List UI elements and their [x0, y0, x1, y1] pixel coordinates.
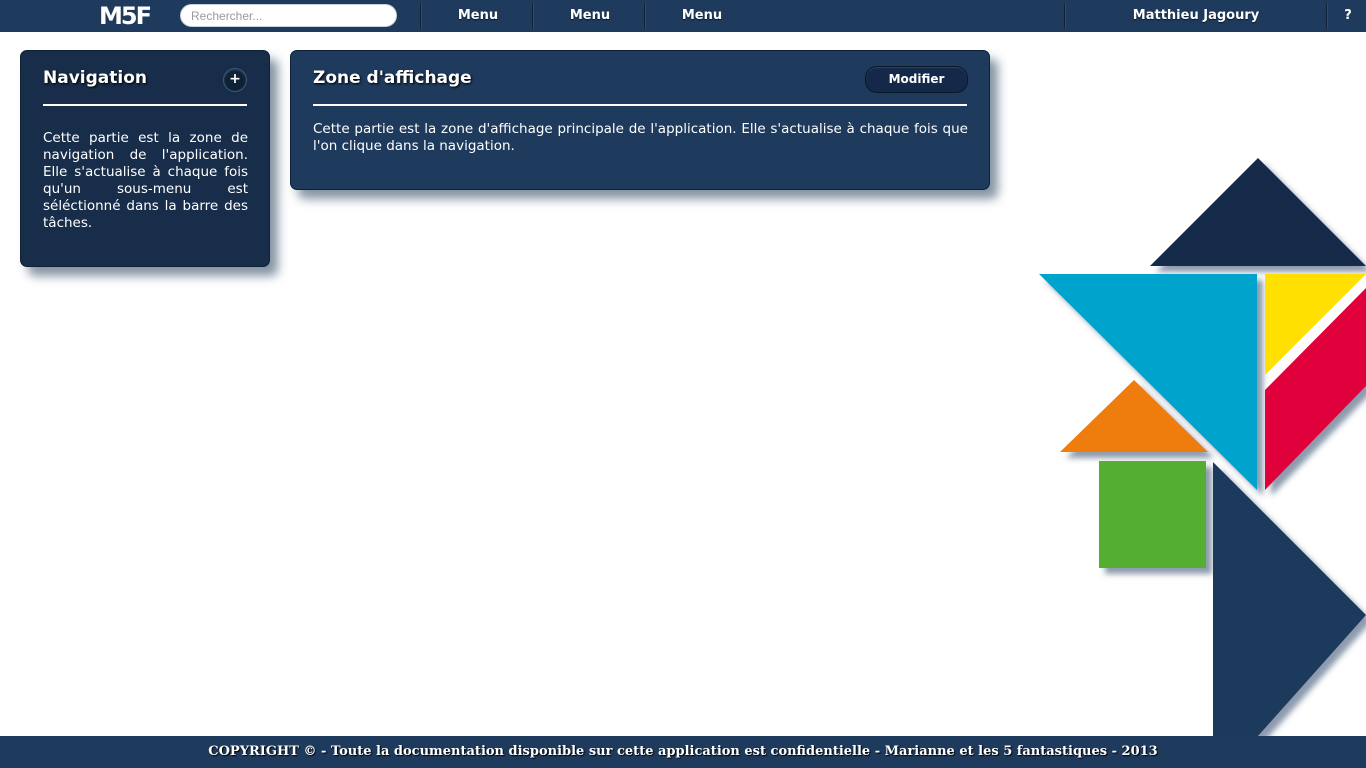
menu-item-1[interactable]: Menu: [423, 0, 533, 32]
modify-button[interactable]: Modifier: [865, 66, 968, 93]
footer-copyright: COPYRIGHT © - Toute la documentation dis…: [0, 736, 1366, 768]
menu-item-2[interactable]: Menu: [535, 0, 645, 32]
tangram-cyan-triangle: [1039, 274, 1257, 490]
top-navigation-bar: M5F Menu Menu Menu Matthieu Jagoury ?: [0, 0, 1366, 32]
panel-divider: [43, 104, 247, 106]
tangram-illustration: [1039, 158, 1366, 736]
navigation-panel-description: Cette partie est la zone de navigation d…: [43, 130, 248, 231]
display-area-title: Zone d'affichage: [313, 68, 472, 88]
menu-separator: [1326, 3, 1328, 29]
display-area-panel: Zone d'affichage Modifier Cette partie e…: [290, 50, 990, 190]
tangram-dark-triangle: [1150, 158, 1366, 266]
add-button[interactable]: +: [223, 68, 247, 92]
user-name-link[interactable]: Matthieu Jagoury: [1068, 0, 1324, 32]
help-button[interactable]: ?: [1330, 0, 1366, 32]
panel-divider: [313, 104, 967, 106]
tangram-navy-triangle: [1213, 462, 1366, 736]
display-area-description: Cette partie est la zone d'affichage pri…: [313, 121, 968, 154]
app-logo[interactable]: M5F: [99, 2, 152, 30]
menu-separator: [532, 3, 534, 29]
menu-separator: [644, 3, 646, 29]
navigation-panel: Navigation + Cette partie est la zone de…: [20, 50, 270, 267]
menu-separator: [420, 3, 422, 29]
menu-item-3[interactable]: Menu: [647, 0, 757, 32]
menu-separator: [1064, 3, 1066, 29]
tangram-green-square: [1099, 461, 1206, 568]
navigation-panel-title: Navigation: [43, 68, 147, 88]
search-input[interactable]: [180, 4, 397, 27]
